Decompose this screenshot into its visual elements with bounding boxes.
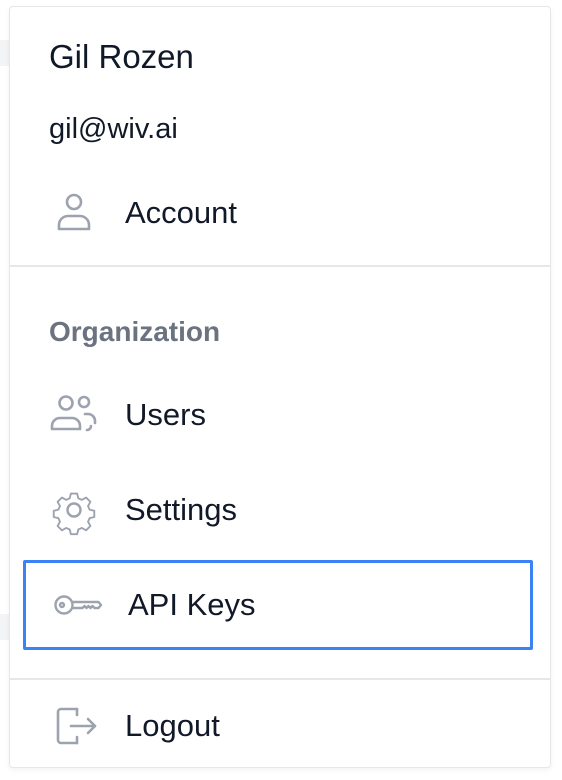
- menu-item-logout[interactable]: Logout: [23, 681, 533, 771]
- menu-item-label: Account: [125, 195, 238, 230]
- menu-item-account[interactable]: Account: [23, 168, 533, 258]
- menu-divider: [10, 265, 550, 267]
- menu-divider: [10, 678, 550, 680]
- menu-item-label: API Keys: [128, 587, 256, 622]
- menu-item-label: Logout: [125, 708, 220, 743]
- organization-heading: Organization: [49, 316, 221, 347]
- gear-icon: [47, 483, 101, 537]
- menu-item-label: Settings: [125, 492, 238, 527]
- user-dropdown-menu: Gil Rozen gil@wiv.ai Account Organizatio…: [9, 6, 551, 768]
- menu-item-label: Users: [125, 397, 206, 432]
- menu-item-users[interactable]: Users: [23, 370, 533, 460]
- users-icon: [47, 388, 101, 442]
- user-icon: [47, 186, 101, 240]
- user-email: gil@wiv.ai: [49, 113, 178, 145]
- user-name: Gil Rozen: [49, 38, 194, 75]
- menu-item-settings[interactable]: Settings: [23, 465, 533, 555]
- key-icon: [50, 578, 104, 632]
- menu-item-api-keys[interactable]: API Keys: [23, 560, 533, 650]
- logout-icon: [47, 699, 101, 753]
